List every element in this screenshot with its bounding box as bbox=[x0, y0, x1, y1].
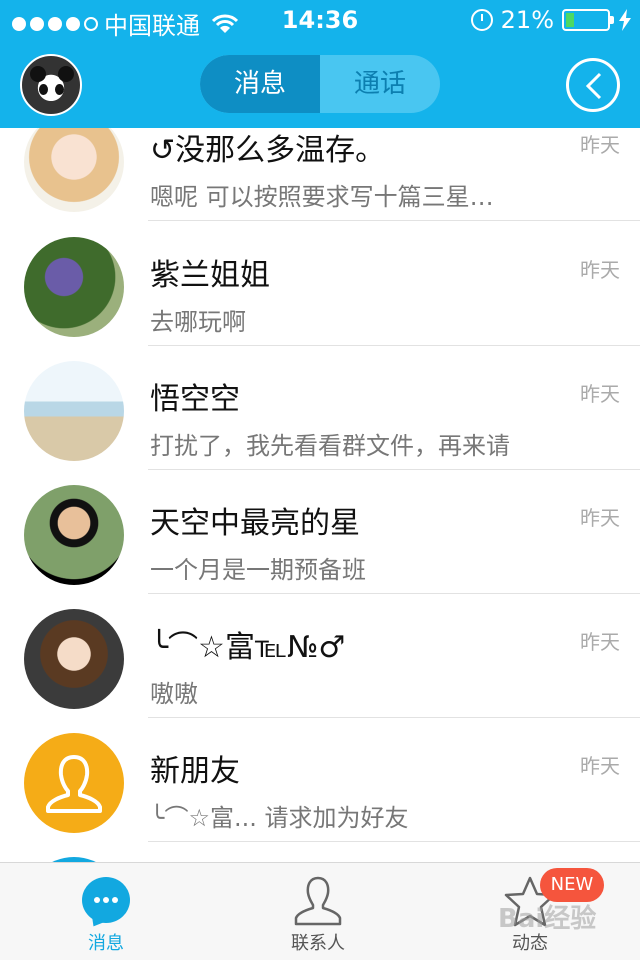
conversation-item[interactable]: 新朋友 昨天 ╰⌒☆富... 请求加为好友 bbox=[0, 718, 640, 842]
conversation-item[interactable]: ↺没那么多温存。 昨天 嗯呢 可以按照要求写十篇三星… bbox=[0, 128, 640, 221]
message-time: 昨天 bbox=[580, 133, 620, 157]
message-preview: 一个月是一期预备班 bbox=[150, 556, 366, 584]
contact-avatar bbox=[24, 361, 124, 461]
message-time: 昨天 bbox=[580, 630, 620, 654]
contacts-icon bbox=[294, 876, 342, 926]
message-time: 昨天 bbox=[580, 258, 620, 282]
watermark: Bai经验 bbox=[498, 904, 597, 934]
tabbar-contacts[interactable]: 联系人 bbox=[238, 863, 398, 960]
contact-name: 天空中最亮的星 bbox=[150, 506, 360, 541]
chevron-left-icon bbox=[585, 72, 602, 100]
message-preview: 嗯呢 可以按照要求写十篇三星… bbox=[150, 183, 494, 211]
contact-name: 悟空空 bbox=[150, 382, 240, 417]
message-time: 昨天 bbox=[580, 506, 620, 530]
contact-name: ↺没那么多温存。 bbox=[150, 133, 386, 168]
contact-avatar bbox=[24, 485, 124, 585]
tab-messages[interactable]: 消息 bbox=[200, 55, 320, 113]
person-icon bbox=[46, 755, 102, 813]
contact-avatar bbox=[24, 609, 124, 709]
status-right: 21% bbox=[470, 6, 632, 34]
divider bbox=[148, 220, 640, 221]
tabbar-messages[interactable]: 消息 bbox=[26, 863, 186, 960]
message-preview: ╰⌒☆富... 请求加为好友 bbox=[150, 804, 409, 832]
tabbar-label: 消息 bbox=[88, 933, 124, 954]
message-preview: 打扰了，我先看看群文件，再来请 bbox=[150, 432, 510, 460]
conversation-item[interactable]: 悟空空 昨天 打扰了，我先看看群文件，再来请 bbox=[0, 346, 640, 470]
message-preview: 嗷嗷 bbox=[150, 680, 198, 708]
contact-name: 新朋友 bbox=[150, 754, 240, 789]
contact-avatar bbox=[24, 733, 124, 833]
conversation-item[interactable]: 天空中最亮的星 昨天 一个月是一期预备班 bbox=[0, 470, 640, 594]
conversation-item[interactable]: 紫兰姐姐 昨天 去哪玩啊 bbox=[0, 222, 640, 346]
back-button[interactable] bbox=[566, 58, 620, 112]
contact-name: 紫兰姐姐 bbox=[150, 258, 270, 293]
status-bar: 中国联通 14:36 21% bbox=[0, 0, 640, 40]
segment-control: 消息 通话 bbox=[200, 55, 440, 113]
my-avatar[interactable] bbox=[20, 54, 82, 116]
tabbar-label: 联系人 bbox=[291, 933, 345, 954]
contact-avatar bbox=[24, 128, 124, 212]
battery-icon bbox=[562, 9, 614, 31]
contact-name: ╰⌒☆富℡№♂ bbox=[150, 630, 346, 665]
message-time: 昨天 bbox=[580, 382, 620, 406]
battery-percent: 21% bbox=[500, 6, 554, 34]
chat-bubble-icon bbox=[82, 877, 130, 923]
message-time: 昨天 bbox=[580, 754, 620, 778]
tab-calls[interactable]: 通话 bbox=[320, 55, 440, 113]
conversation-item[interactable]: ╰⌒☆富℡№♂ 昨天 嗷嗷 bbox=[0, 594, 640, 718]
new-badge: NEW bbox=[540, 868, 604, 902]
alarm-icon bbox=[470, 9, 493, 31]
conversation-item[interactable] bbox=[0, 842, 640, 862]
message-preview: 去哪玩啊 bbox=[150, 308, 246, 336]
contact-avatar bbox=[24, 237, 124, 337]
top-bar: 中国联通 14:36 21% 消息 通话 bbox=[0, 0, 640, 128]
conversation-list: ↺没那么多温存。 昨天 嗯呢 可以按照要求写十篇三星… 紫兰姐姐 昨天 去哪玩啊… bbox=[0, 128, 640, 862]
charging-icon bbox=[619, 9, 631, 31]
